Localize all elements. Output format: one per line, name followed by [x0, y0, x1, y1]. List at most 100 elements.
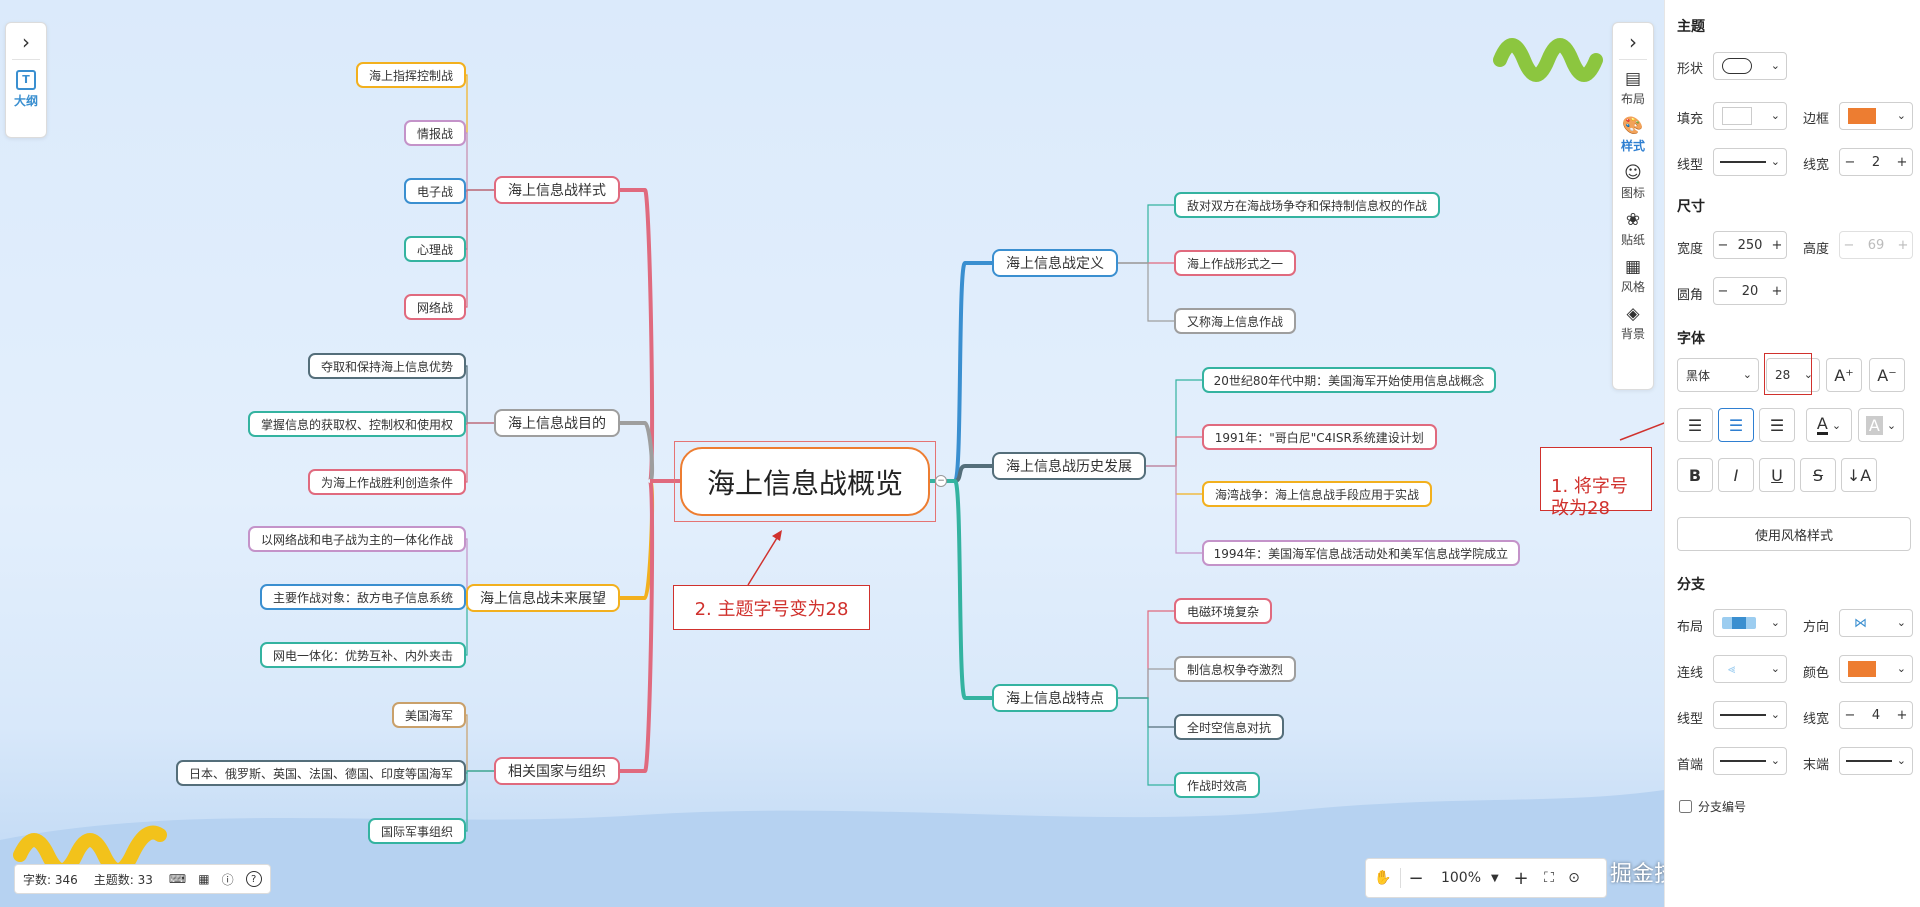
decrease-icon[interactable]: − — [1840, 155, 1860, 170]
increase-icon[interactable]: + — [1892, 708, 1912, 723]
branch-line-type-select[interactable]: ⌄ — [1713, 701, 1787, 729]
branch-topic-right-0[interactable]: 海上信息战定义 — [992, 249, 1118, 277]
strikethrough-button[interactable]: S — [1800, 458, 1836, 492]
subtopic-right-2-3[interactable]: 作战时效高 — [1174, 772, 1260, 798]
subtopic-left-3-1[interactable]: 日本、俄罗斯、英国、法国、德国、印度等国海军 — [176, 760, 466, 786]
font-color-button[interactable]: A ⌄ — [1806, 408, 1852, 442]
decrease-font-button[interactable]: A⁻ — [1869, 358, 1905, 392]
fill-color-select[interactable]: ⌄ — [1713, 102, 1787, 130]
radius-stepper[interactable]: − 20 + — [1713, 277, 1787, 305]
branch-direction-select[interactable]: ⋈ ⌄ — [1839, 609, 1913, 637]
subtopic-left-3-2[interactable]: 国际军事组织 — [368, 818, 466, 844]
chevron-right-icon[interactable]: › — [6, 31, 46, 53]
branch-topic-left-1[interactable]: 海上信息战目的 — [494, 409, 620, 437]
side-tab-1[interactable]: 🎨 样式 — [1613, 115, 1653, 154]
subtopic-left-2-1[interactable]: 主要作战对象：敌方电子信息系统 — [260, 584, 466, 610]
subtopic-left-1-1[interactable]: 掌握信息的获取权、控制权和使用权 — [248, 411, 466, 437]
underline-button[interactable]: U — [1759, 458, 1795, 492]
subtopic-left-2-2[interactable]: 网电一体化：优势互补、内外夹击 — [260, 642, 466, 668]
branch-layout-select[interactable]: ⌄ — [1713, 609, 1787, 637]
side-tab-4[interactable]: ▦ 风格 — [1613, 256, 1653, 295]
branch-line-width-value[interactable]: 4 — [1860, 708, 1892, 723]
subtopic-left-3-0[interactable]: 美国海军 — [392, 702, 466, 728]
align-center-button[interactable]: ☰ — [1718, 408, 1754, 442]
line-type-select[interactable]: ⌄ — [1713, 148, 1787, 176]
subtopic-left-1-0[interactable]: 夺取和保持海上信息优势 — [308, 353, 466, 379]
subtopic-right-2-1[interactable]: 制信息权争夺激烈 — [1174, 656, 1296, 682]
branch-connector-select[interactable]: ⪡ ⌄ — [1713, 655, 1787, 683]
bold-button[interactable]: B — [1677, 458, 1713, 492]
decrease-icon[interactable]: − — [1714, 284, 1732, 299]
branch-number-option[interactable]: 分支编号 — [1679, 798, 1746, 815]
branch-topic-left-3[interactable]: 相关国家与组织 — [494, 757, 620, 785]
align-right-button[interactable]: ☰ — [1759, 408, 1795, 442]
subtopic-right-1-3[interactable]: 1994年：美国海军信息战活动处和美军信息战学院成立 — [1202, 540, 1520, 566]
hand-icon[interactable]: ✋ — [1366, 870, 1400, 886]
subtopic-right-0-2[interactable]: 又称海上信息作战 — [1174, 308, 1296, 334]
subtopic-left-1-2[interactable]: 为海上作战胜利创造条件 — [308, 469, 466, 495]
subtopic-left-2-0[interactable]: 以网络战和电子战为主的一体化作战 — [248, 526, 466, 552]
line-width-value[interactable]: 2 — [1860, 155, 1892, 170]
shape-select[interactable]: ⌄ — [1713, 52, 1787, 80]
subtopic-right-0-0[interactable]: 敌对双方在海战场争夺和保持制信息权的作战 — [1174, 192, 1440, 218]
zoom-value[interactable]: 100% — [1431, 870, 1491, 886]
fit-screen-icon[interactable]: ⛶ — [1535, 870, 1563, 886]
mindmap-canvas[interactable]: 海上信息战概览 海上信息战样式 海上指挥控制战 情报战 电子战 心理战 网络战 海上信息战目… — [0, 0, 1664, 907]
tail-style-select[interactable]: ⌄ — [1839, 747, 1913, 775]
highlight-color-button[interactable]: A ⌄ — [1858, 408, 1904, 442]
side-tab-3[interactable]: ❀ 贴纸 — [1613, 209, 1653, 248]
radius-value[interactable]: 20 — [1732, 284, 1768, 299]
branch-number-checkbox[interactable] — [1679, 800, 1692, 813]
subtopic-right-1-2[interactable]: 海湾战争：海上信息战手段应用于实战 — [1202, 481, 1432, 507]
branch-topic-left-2[interactable]: 海上信息战未来展望 — [466, 584, 620, 612]
decrease-icon[interactable]: − — [1840, 708, 1860, 723]
width-value[interactable]: 250 — [1732, 238, 1768, 253]
branch-topic-right-1[interactable]: 海上信息战历史发展 — [992, 452, 1146, 480]
subtopic-left-0-2[interactable]: 电子战 — [404, 178, 466, 204]
subtopic-left-0-1[interactable]: 情报战 — [404, 120, 466, 146]
rounded-rect-shape-icon — [1722, 58, 1752, 74]
zoom-dropdown-icon[interactable]: ▼ — [1491, 873, 1507, 884]
subtopic-right-0-1[interactable]: 海上作战形式之一 — [1174, 250, 1296, 276]
increase-icon[interactable]: + — [1892, 155, 1912, 170]
font-family-select[interactable]: 黑体 ⌄ — [1677, 358, 1759, 392]
locate-icon[interactable]: ⊙ — [1563, 870, 1585, 886]
text-direction-button[interactable]: ↓A — [1841, 458, 1877, 492]
border-color-select[interactable]: ⌄ — [1839, 102, 1913, 130]
head-style-select[interactable]: ⌄ — [1713, 747, 1787, 775]
help-icon[interactable]: ? — [245, 871, 262, 887]
branch-color-select[interactable]: ⌄ — [1839, 655, 1913, 683]
subtopic-right-1-1[interactable]: 1991年："哥白尼"C4ISR系统建设计划 — [1202, 424, 1437, 450]
decrease-icon[interactable]: − — [1714, 238, 1732, 253]
subtopic-left-0-0[interactable]: 海上指挥控制战 — [356, 62, 466, 88]
align-left-button[interactable]: ☰ — [1677, 408, 1713, 442]
increase-font-button[interactable]: A⁺ — [1826, 358, 1862, 392]
side-tab-2[interactable]: ☺ 图标 — [1613, 162, 1653, 201]
zoom-out-button[interactable]: − — [1401, 868, 1431, 889]
branch-line-width-stepper[interactable]: − 4 + — [1839, 701, 1913, 729]
side-tab-5[interactable]: ◈ 背景 — [1613, 303, 1653, 342]
minimap-icon[interactable]: ▦ — [198, 872, 209, 886]
use-style-button[interactable]: 使用风格样式 — [1677, 517, 1911, 551]
branch-topic-right-2[interactable]: 海上信息战特点 — [992, 684, 1118, 712]
italic-button[interactable]: I — [1718, 458, 1754, 492]
width-stepper[interactable]: − 250 + — [1713, 231, 1787, 259]
side-tab-0[interactable]: ▤ 布局 — [1613, 68, 1653, 107]
zoom-in-button[interactable]: + — [1507, 868, 1535, 889]
chevron-down-icon: ⌄ — [1886, 418, 1897, 432]
subtopic-right-1-0[interactable]: 20世纪80年代中期：美国海军开始使用信息战概念 — [1202, 367, 1496, 393]
mindmap-layout-icon — [1722, 617, 1756, 629]
subtopic-right-2-0[interactable]: 电磁环境复杂 — [1174, 598, 1272, 624]
outline-button[interactable]: T 大纲 — [6, 70, 46, 109]
branch-topic-left-0[interactable]: 海上信息战样式 — [494, 176, 620, 204]
collapse-toggle-icon[interactable]: − — [935, 475, 947, 487]
increase-icon[interactable]: + — [1768, 238, 1786, 253]
collapse-panel-icon[interactable]: › — [1613, 31, 1653, 53]
increase-icon[interactable]: + — [1768, 284, 1786, 299]
subtopic-right-2-2[interactable]: 全时空信息对抗 — [1174, 714, 1284, 740]
subtopic-left-0-4[interactable]: 网络战 — [404, 294, 466, 320]
subtopic-left-0-3[interactable]: 心理战 — [404, 236, 466, 262]
info-icon[interactable]: ⓘ — [222, 871, 234, 888]
keyboard-icon[interactable]: ⌨ — [169, 872, 186, 886]
line-width-stepper[interactable]: − 2 + — [1839, 148, 1913, 176]
